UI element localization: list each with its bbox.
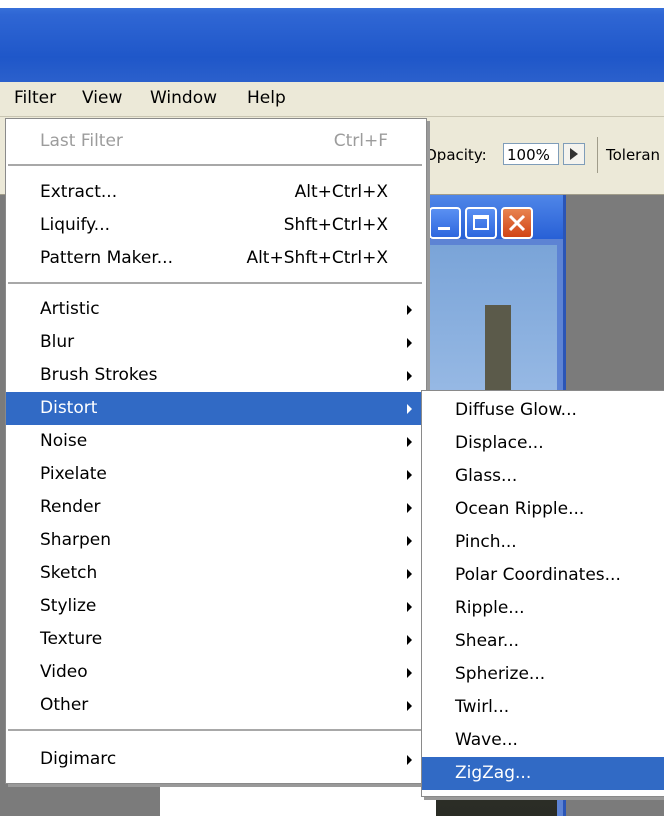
distort-submenu: Diffuse Glow... Displace... Glass... Oce… (421, 390, 664, 797)
submenu-arrow-icon (407, 635, 412, 645)
menu-item-stylize[interactable]: Stylize (6, 590, 426, 623)
menu-filter[interactable]: Filter (14, 88, 56, 108)
play-right-icon (570, 148, 578, 160)
submenu-arrow-icon (407, 305, 412, 315)
menu-separator (8, 729, 422, 732)
menu-separator (8, 282, 422, 285)
tolerance-label: Toleran (606, 146, 661, 164)
menu-item-digimarc[interactable]: Digimarc (6, 743, 426, 776)
filter-menu: Last Filter Ctrl+F Extract... Alt+Ctrl+X… (5, 118, 427, 784)
menu-item-liquify[interactable]: Liquify... Shft+Ctrl+X (6, 209, 426, 242)
menu-item-spherize[interactable]: Spherize... (422, 658, 664, 691)
menu-window[interactable]: Window (150, 88, 217, 108)
submenu-arrow-icon (407, 569, 412, 579)
menu-item-ripple[interactable]: Ripple... (422, 592, 664, 625)
submenu-arrow-icon (407, 602, 412, 612)
menu-item-texture[interactable]: Texture (6, 623, 426, 656)
menu-bar: Filter View Window Help (0, 82, 664, 117)
menu-item-sketch[interactable]: Sketch (6, 557, 426, 590)
menu-view[interactable]: View (82, 88, 122, 108)
menu-item-extract[interactable]: Extract... Alt+Ctrl+X (6, 176, 426, 209)
menu-item-glass[interactable]: Glass... (422, 460, 664, 493)
menu-item-displace[interactable]: Displace... (422, 427, 664, 460)
top-edge (0, 0, 664, 8)
submenu-arrow-icon (407, 503, 412, 513)
submenu-arrow-icon (407, 755, 412, 765)
menu-item-last-filter: Last Filter Ctrl+F (40, 131, 388, 151)
menu-item-distort[interactable]: Distort (6, 392, 426, 425)
menu-item-pixelate[interactable]: Pixelate (6, 458, 426, 491)
minimize-button[interactable] (429, 207, 461, 239)
submenu-arrow-icon (407, 437, 412, 447)
workspace-panel (160, 786, 436, 816)
menu-item-noise[interactable]: Noise (6, 425, 426, 458)
opacity-dropdown-button[interactable] (563, 143, 585, 165)
menu-item-brush-strokes[interactable]: Brush Strokes (6, 359, 426, 392)
menu-item-zigzag[interactable]: ZigZag... (422, 757, 664, 790)
close-button[interactable] (501, 207, 533, 239)
menu-item-render[interactable]: Render (6, 491, 426, 524)
submenu-arrow-icon (407, 371, 412, 381)
options-divider (597, 137, 598, 173)
menu-item-diffuse-glow[interactable]: Diffuse Glow... (422, 394, 664, 427)
menu-item-shear[interactable]: Shear... (422, 625, 664, 658)
menu-item-pattern-maker[interactable]: Pattern Maker... Alt+Shft+Ctrl+X (6, 242, 426, 275)
menu-item-blur[interactable]: Blur (6, 326, 426, 359)
menu-item-video[interactable]: Video (6, 656, 426, 689)
menu-item-wave[interactable]: Wave... (422, 724, 664, 757)
submenu-arrow-icon (407, 701, 412, 711)
submenu-arrow-icon (407, 404, 412, 414)
submenu-arrow-icon (407, 536, 412, 546)
minimize-icon (438, 227, 450, 230)
menu-item-artistic[interactable]: Artistic (6, 293, 426, 326)
submenu-arrow-icon (407, 338, 412, 348)
menu-item-ocean-ripple[interactable]: Ocean Ripple... (422, 493, 664, 526)
menu-item-twirl[interactable]: Twirl... (422, 691, 664, 724)
submenu-arrow-icon (407, 470, 412, 480)
menu-item-sharpen[interactable]: Sharpen (6, 524, 426, 557)
menu-item-pinch[interactable]: Pinch... (422, 526, 664, 559)
maximize-icon (473, 215, 489, 230)
submenu-arrow-icon (407, 668, 412, 678)
menu-separator (8, 164, 422, 167)
opacity-label: Opacity: (425, 146, 487, 164)
opacity-input[interactable]: 100% (503, 143, 559, 165)
maximize-button[interactable] (465, 207, 497, 239)
document-title-bar[interactable] (421, 195, 563, 239)
menu-item-other[interactable]: Other (6, 689, 426, 722)
menu-item-polar-coordinates[interactable]: Polar Coordinates... (422, 559, 664, 592)
app-title-bar (0, 0, 664, 82)
menu-help[interactable]: Help (247, 88, 286, 108)
close-icon (508, 214, 526, 232)
